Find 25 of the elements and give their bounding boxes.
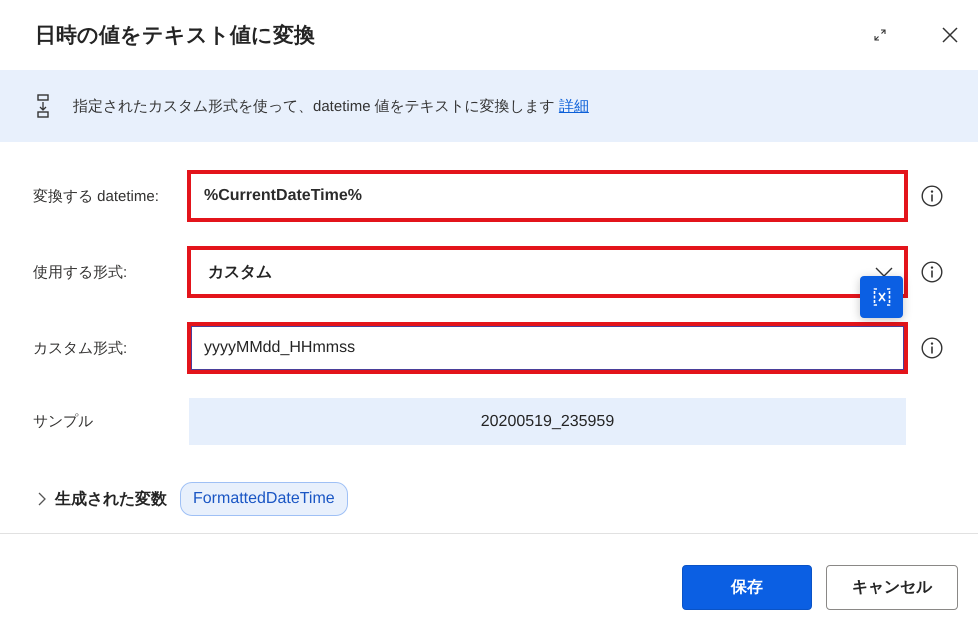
field-label: カスタム形式:	[33, 338, 128, 358]
chevron-right-icon[interactable]	[36, 492, 46, 506]
info-icon[interactable]	[921, 185, 943, 207]
save-button[interactable]: 保存	[682, 565, 812, 610]
info-icon[interactable]	[921, 261, 943, 283]
variable-chip[interactable]: FormattedDateTime	[180, 482, 348, 516]
chevron-down-icon	[875, 267, 893, 277]
field-label: 変換する datetime:	[33, 186, 160, 206]
section-label[interactable]: 生成された変数	[55, 488, 167, 510]
brackets-x-icon	[872, 287, 892, 307]
details-link[interactable]: 詳細	[558, 98, 589, 114]
field-label: 使用する形式:	[33, 262, 128, 282]
text-field[interactable]: yyyyMMdd_HHmmss	[187, 322, 908, 374]
sample-value: 20200519_235959	[189, 398, 906, 445]
field-label: サンプル	[33, 412, 94, 431]
info-icon[interactable]	[921, 337, 943, 359]
convert-icon	[37, 94, 49, 118]
cancel-button[interactable]: キャンセル	[826, 565, 958, 610]
insert-variable-button[interactable]	[860, 276, 903, 318]
expand-icon[interactable]	[874, 29, 886, 41]
text-field[interactable]: %CurrentDateTime%	[187, 170, 908, 222]
dialog-title: 日時の値をテキスト値に変換	[35, 22, 315, 49]
close-icon[interactable]	[942, 27, 958, 43]
banner-text: 指定されたカスタム形式を使って、datetime 値をテキストに変換します 詳細	[73, 96, 589, 116]
dropdown[interactable]: カスタム	[187, 246, 908, 298]
